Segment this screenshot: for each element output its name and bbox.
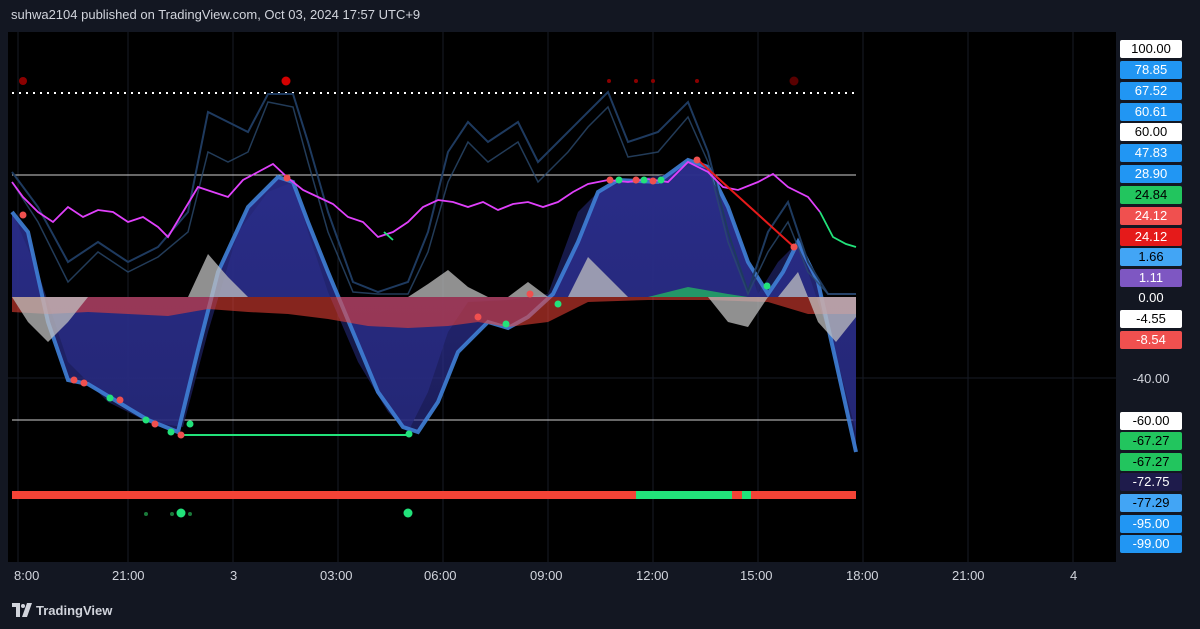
status-bar-bull-2 xyxy=(742,491,751,499)
price-label: -60.00 xyxy=(1120,412,1182,430)
price-label: 1.11 xyxy=(1120,269,1182,287)
price-scale[interactable]: 100.00 78.85 67.52 60.61 60.00 47.83 28.90 24.8… xyxy=(1116,32,1200,562)
time-tick: 3 xyxy=(230,568,238,583)
price-label: -72.75 xyxy=(1120,473,1182,491)
status-bar-bull xyxy=(636,491,732,499)
price-label: 60.61 xyxy=(1120,103,1182,121)
price-label: -95.00 xyxy=(1120,515,1182,533)
oscillator-chart[interactable] xyxy=(8,32,1116,562)
price-label: 47.83 xyxy=(1120,144,1182,162)
time-tick: 12:00 xyxy=(636,568,669,583)
time-tick: 03:00 xyxy=(320,568,353,583)
header-bar: suhwa2104 published on TradingView.com, … xyxy=(0,0,1200,30)
time-tick: 8:00 xyxy=(14,568,40,583)
price-label: 1.66 xyxy=(1120,248,1182,266)
time-tick: 18:00 xyxy=(846,568,879,583)
time-tick: 21:00 xyxy=(952,568,985,583)
price-label: 67.52 xyxy=(1120,82,1182,100)
top-marker-dots xyxy=(19,76,799,86)
time-tick: 15:00 xyxy=(740,568,773,583)
price-label: 24.12 xyxy=(1120,207,1182,225)
price-label: 0.00 xyxy=(1138,290,1164,305)
price-label: 24.12 xyxy=(1120,228,1182,246)
status-bar-bear xyxy=(12,491,636,499)
status-bar-bear-2 xyxy=(732,491,742,499)
time-tick: 21:00 xyxy=(112,568,145,583)
price-label: -40.00 xyxy=(1132,371,1170,386)
price-label: -4.55 xyxy=(1120,310,1182,328)
price-label: 28.90 xyxy=(1120,165,1182,183)
bottom-signal-dots xyxy=(144,508,413,518)
rsi-line-green-2 xyxy=(819,211,857,248)
price-label: -99.00 xyxy=(1120,535,1182,553)
price-label: 78.85 xyxy=(1120,61,1182,79)
price-label: -8.54 xyxy=(1120,331,1182,349)
price-label: 60.00 xyxy=(1120,123,1182,141)
price-label: -67.27 xyxy=(1120,432,1182,450)
time-axis[interactable]: 8:00 21:00 3 03:00 06:00 09:00 12:00 15:… xyxy=(8,562,1116,592)
footer: TradingView xyxy=(0,592,1200,629)
price-label: 100.00 xyxy=(1120,40,1182,58)
time-tick: 09:00 xyxy=(530,568,563,583)
time-tick: 06:00 xyxy=(424,568,457,583)
price-label: 24.84 xyxy=(1120,186,1182,204)
chart-pane[interactable] xyxy=(8,32,1116,562)
brand-name[interactable]: TradingView xyxy=(36,603,112,618)
publish-info: suhwa2104 published on TradingView.com, … xyxy=(11,7,421,22)
tradingview-logo-icon[interactable] xyxy=(12,603,32,622)
time-tick: 4 xyxy=(1070,568,1078,583)
price-label: -67.27 xyxy=(1120,453,1182,471)
status-bar-bear-3 xyxy=(751,491,856,499)
price-label: -77.29 xyxy=(1120,494,1182,512)
